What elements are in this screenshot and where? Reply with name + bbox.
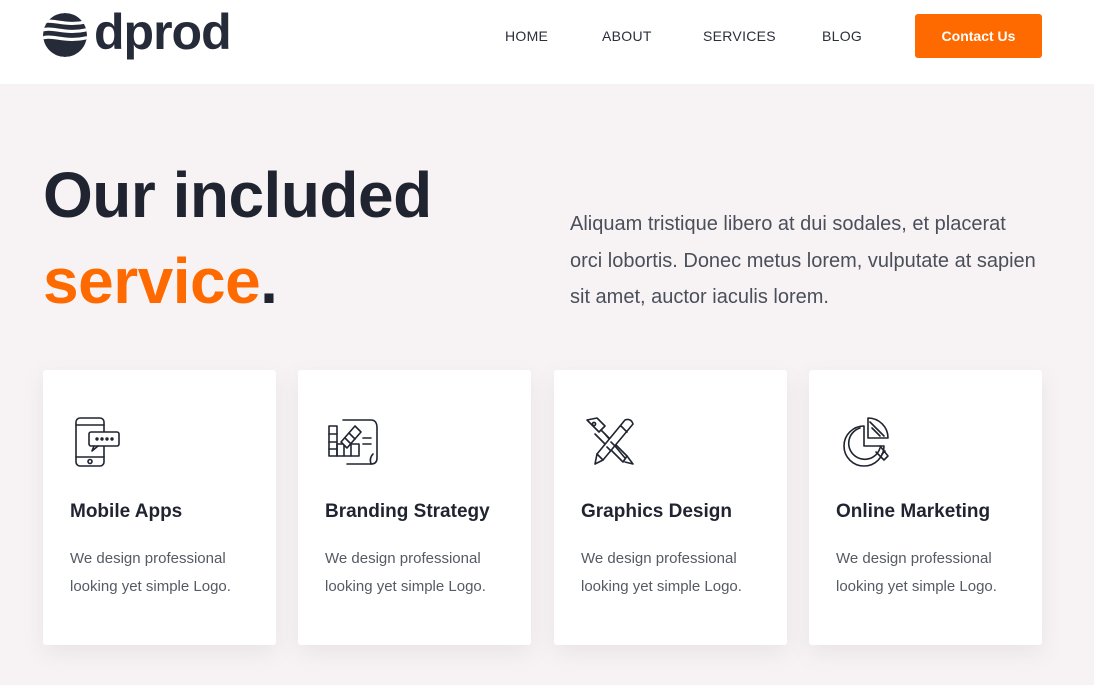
- pen-pencil-cross-icon: [586, 417, 634, 465]
- nav-item-home[interactable]: HOME: [505, 28, 548, 44]
- service-card-mobile-apps[interactable]: Mobile Apps We design professional looki…: [43, 370, 276, 645]
- service-title: Mobile Apps: [70, 501, 183, 522]
- service-title: Graphics Design: [581, 501, 732, 522]
- hero-title-end: .: [260, 245, 278, 317]
- nav-item-services[interactable]: SERVICES: [703, 28, 776, 44]
- service-title: Online Marketing: [836, 501, 991, 522]
- pie-chart-icon: [843, 417, 889, 467]
- service-card-branding-strategy[interactable]: Branding Strategy We design professional…: [298, 370, 531, 645]
- hero-title: Our included service.: [43, 152, 432, 324]
- contact-us-button[interactable]: Contact Us: [915, 14, 1042, 58]
- service-title: Branding Strategy: [325, 501, 490, 522]
- service-card-online-marketing[interactable]: Online Marketing We design professional …: [809, 370, 1042, 645]
- service-description: We design professional looking yet simpl…: [70, 550, 231, 595]
- service-description: We design professional looking yet simpl…: [836, 550, 997, 595]
- service-card-graphics-design[interactable]: Graphics Design We design professional l…: [554, 370, 787, 645]
- nav-item-blog[interactable]: BLOG: [822, 28, 862, 44]
- hero-title-line1: Our included: [43, 159, 432, 231]
- logo-waves-icon: [43, 13, 87, 57]
- service-description: We design professional looking yet simpl…: [325, 550, 486, 595]
- logo-text: dprod: [94, 4, 232, 60]
- color-palette-icon: [328, 419, 378, 465]
- nav-item-about[interactable]: ABOUT: [602, 28, 652, 44]
- hero-description: Aliquam tristique libero at dui sodales,…: [570, 213, 1036, 308]
- hero-title-accent: service: [43, 245, 261, 317]
- service-description: We design professional looking yet simpl…: [581, 550, 742, 595]
- logo[interactable]: dprod: [42, 7, 232, 58]
- site-header: dprod HOME ABOUT SERVICES BLOG Contact U…: [0, 0, 1094, 84]
- mobile-chat-icon: [75, 417, 120, 467]
